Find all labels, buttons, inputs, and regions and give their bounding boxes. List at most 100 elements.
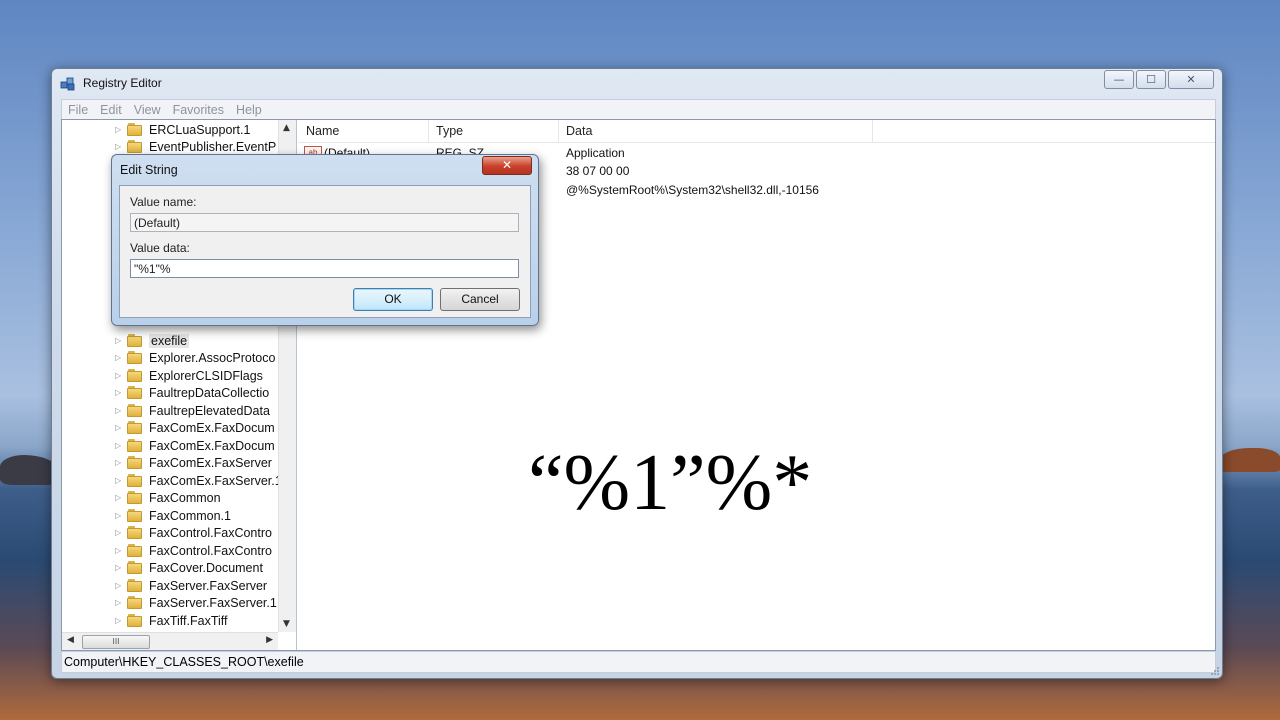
tree-item[interactable]: ▷ FaxComEx.FaxServer.1 (115, 472, 282, 489)
title-bar[interactable]: Registry Editor — ☐ ✕ (52, 69, 1222, 97)
tree-item-exefile[interactable]: ▷ exefile (115, 332, 190, 349)
column-header-name[interactable]: Name (306, 124, 339, 138)
expand-arrow-icon[interactable]: ▷ (115, 493, 125, 502)
column-divider[interactable] (872, 120, 873, 142)
maximize-button[interactable]: ☐ (1136, 70, 1166, 89)
column-divider[interactable] (558, 120, 559, 142)
folder-icon (127, 491, 143, 504)
status-bar: Computer\HKEY_CLASSES_ROOT\exefile (61, 651, 1216, 673)
tree-item-label: FaxComEx.FaxServer (149, 455, 272, 470)
minimize-button[interactable]: — (1104, 70, 1134, 89)
tree-item[interactable]: ▷ ERCLuaSupport.1 (115, 121, 250, 138)
tree-item-label: FaxCommon.1 (149, 508, 231, 523)
tree-item-label: FaxComEx.FaxDocum (149, 420, 275, 435)
expand-arrow-icon[interactable]: ▷ (115, 142, 125, 151)
expand-arrow-icon[interactable]: ▷ (115, 388, 125, 397)
menu-edit[interactable]: Edit (94, 103, 128, 117)
close-button[interactable]: ✕ (1168, 70, 1214, 89)
tree-item[interactable]: ▷ FaultrepElevatedData (115, 402, 270, 419)
scroll-left-arrow-icon[interactable]: ◀ (67, 635, 74, 645)
column-header-type[interactable]: Type (436, 124, 463, 138)
tree-item[interactable]: ▷ FaxControl.FaxContro (115, 542, 272, 559)
folder-icon (127, 526, 143, 539)
list-header: Name Type Data (298, 120, 1215, 143)
tree-item[interactable]: ▷ FaxControl.FaxContro (115, 524, 272, 541)
tree-item[interactable]: ▷ FaxCommon (115, 489, 221, 506)
expand-arrow-icon[interactable]: ▷ (115, 336, 125, 345)
tree-item[interactable]: ▷ FaxServer.FaxServer (115, 577, 267, 594)
value-data-label: Value data: (130, 241, 190, 255)
edit-string-dialog: Edit String ✕ Value name: (Default) Valu… (111, 154, 539, 326)
expand-arrow-icon[interactable]: ▷ (115, 511, 125, 520)
expand-arrow-icon[interactable]: ▷ (115, 528, 125, 537)
window-title: Registry Editor (83, 76, 162, 90)
column-divider[interactable] (428, 120, 429, 142)
expand-arrow-icon[interactable]: ▷ (115, 598, 125, 607)
expand-arrow-icon[interactable]: ▷ (115, 581, 125, 590)
tree-item[interactable]: ▷ ExplorerCLSIDFlags (115, 367, 263, 384)
expand-arrow-icon[interactable]: ▷ (115, 423, 125, 432)
scroll-up-arrow-icon[interactable]: ▲ (283, 123, 290, 133)
tree-item-label: FaxServer.FaxServer.1 (149, 595, 277, 610)
dialog-body: Value name: (Default) Value data: "%1"% … (119, 185, 531, 318)
ok-button[interactable]: OK (353, 288, 433, 311)
tree-item-label: ExplorerCLSIDFlags (149, 368, 263, 383)
scroll-thumb[interactable]: III (82, 635, 150, 649)
tree-item-label: FaultrepElevatedData (149, 403, 270, 418)
overlay-caption: “%1”%* (528, 439, 813, 527)
expand-arrow-icon[interactable]: ▷ (115, 458, 125, 467)
tree-item[interactable]: ▷ FaxComEx.FaxDocum (115, 419, 275, 436)
dialog-title: Edit String (120, 163, 178, 177)
tree-item[interactable]: ▷ FaxCover.Document (115, 559, 263, 576)
expand-arrow-icon[interactable]: ▷ (115, 353, 125, 362)
cancel-button[interactable]: Cancel (440, 288, 520, 311)
tree-item[interactable]: ▷ Explorer.AssocProtoco (115, 349, 275, 366)
tree-item-label: FaultrepDataCollectio (149, 385, 270, 400)
folder-icon (127, 334, 143, 347)
tree-item-label: Explorer.AssocProtoco (149, 350, 276, 365)
menu-view[interactable]: View (128, 103, 167, 117)
expand-arrow-icon[interactable]: ▷ (115, 563, 125, 572)
tree-item[interactable]: ▷ EventPublisher.EventP (115, 138, 276, 155)
value-data: Application (566, 146, 625, 160)
value-data: 38 07 00 00 (566, 164, 630, 178)
status-path: Computer\HKEY_CLASSES_ROOT\exefile (64, 655, 304, 669)
tree-item-label: exefile (149, 333, 190, 348)
dialog-close-button[interactable]: ✕ (482, 156, 532, 175)
tree-item[interactable]: ▷ FaxComEx.FaxServer (115, 454, 272, 471)
tree-item[interactable]: ▷ FaxTiff.FaxTiff (115, 612, 228, 629)
value-data-input[interactable]: "%1"% (130, 259, 519, 278)
menu-favorites[interactable]: Favorites (167, 103, 230, 117)
folder-icon (127, 369, 143, 382)
tree-item-label: FaxControl.FaxContro (149, 543, 272, 558)
folder-icon (127, 404, 143, 417)
expand-arrow-icon[interactable]: ▷ (115, 406, 125, 415)
registry-editor-icon (60, 77, 75, 91)
folder-icon (127, 421, 143, 434)
scroll-right-arrow-icon[interactable]: ▶ (266, 635, 273, 645)
folder-icon (127, 386, 143, 399)
tree-item[interactable]: ▷ FaultrepDataCollectio (115, 384, 269, 401)
column-header-data[interactable]: Data (566, 124, 592, 138)
value-data: @%SystemRoot%\System32\shell32.dll,-1015… (566, 183, 819, 197)
menu-help[interactable]: Help (230, 103, 268, 117)
expand-arrow-icon[interactable]: ▷ (115, 546, 125, 555)
menu-file[interactable]: File (62, 103, 94, 117)
tree-horizontal-scrollbar[interactable]: ◀ III ▶ (62, 632, 278, 650)
tree-item[interactable]: ▷ FaxServer.FaxServer.1 (115, 594, 277, 611)
expand-arrow-icon[interactable]: ▷ (115, 125, 125, 134)
tree-item[interactable]: ▷ FaxComEx.FaxDocum (115, 437, 275, 454)
folder-icon (127, 509, 143, 522)
scroll-down-arrow-icon[interactable]: ▼ (283, 619, 290, 629)
expand-arrow-icon[interactable]: ▷ (115, 616, 125, 625)
resize-grip-icon[interactable] (1210, 666, 1220, 676)
tree-item-label: FaxControl.FaxContro (149, 525, 272, 540)
expand-arrow-icon[interactable]: ▷ (115, 441, 125, 450)
tree-item[interactable]: ▷ FaxCommon.1 (115, 507, 231, 524)
tree-item-label: FaxComEx.FaxServer.1 (149, 473, 282, 488)
tree-item-label: EventPublisher.EventP (149, 139, 277, 154)
tree-item-label: ERCLuaSupport.1 (149, 122, 251, 137)
expand-arrow-icon[interactable]: ▷ (115, 476, 125, 485)
folder-icon (127, 439, 143, 452)
expand-arrow-icon[interactable]: ▷ (115, 371, 125, 380)
